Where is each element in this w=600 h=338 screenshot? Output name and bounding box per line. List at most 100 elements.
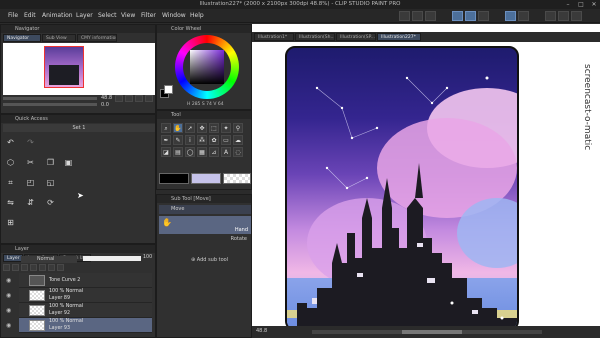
assets-icon[interactable] [558, 11, 569, 21]
mask-icon[interactable] [39, 264, 46, 271]
cut-icon[interactable]: ✂ [25, 157, 36, 168]
brush-tool-icon[interactable]: ⅰ [185, 135, 195, 145]
transparent-color-chip[interactable] [223, 173, 251, 184]
horizontal-scrollbar[interactable] [312, 330, 542, 334]
flip-vertical-icon[interactable]: ⇵ [25, 197, 36, 208]
flip-icon[interactable] [145, 95, 153, 102]
canvas-area[interactable]: Illustration1* Illustration(Sh... Illust… [252, 24, 600, 338]
add-sub-tool-button[interactable]: ⊕ Add sub tool [191, 257, 228, 263]
move-tool-icon[interactable]: ✋ [173, 123, 183, 133]
saturation-value-square[interactable] [190, 50, 224, 84]
angle-slider[interactable] [3, 103, 97, 106]
tab-cmy-info[interactable]: CMY information [77, 34, 117, 42]
menu-window[interactable]: Window [162, 12, 186, 19]
sub-tool-rotate[interactable]: Rotate [159, 236, 251, 246]
redo-icon[interactable]: ↷ [25, 137, 36, 148]
quick-access-set-select[interactable]: Set 1 [3, 124, 155, 132]
snap-grid-icon[interactable] [478, 11, 489, 21]
navigator-preview[interactable] [3, 43, 155, 95]
show-grid-icon[interactable] [518, 11, 529, 21]
scrollbar-thumb[interactable] [402, 330, 462, 334]
undo-icon[interactable]: ↶ [5, 137, 16, 148]
menu-filter[interactable]: Filter [141, 12, 156, 19]
fit-screen-icon[interactable] [135, 95, 143, 102]
free-transform-icon[interactable]: ◱ [45, 177, 56, 188]
sub-color-swatch[interactable] [164, 85, 173, 94]
rotate-icon[interactable]: ⟳ [45, 197, 56, 208]
canvas-tab-3[interactable]: Illustration(SP... [336, 33, 376, 41]
blend-tool-icon[interactable]: ☁ [233, 135, 243, 145]
lock-layer-icon[interactable] [21, 264, 28, 271]
close-button[interactable]: ✕ [588, 0, 600, 9]
select-all-icon[interactable]: ⊞ [5, 217, 16, 228]
opacity-value[interactable]: 100 [143, 255, 152, 260]
zoom-tool-icon[interactable]: ⌕ [161, 123, 171, 133]
zoom-out-icon[interactable] [125, 95, 133, 102]
menu-view[interactable]: View [121, 12, 135, 19]
layer-row[interactable]: ◉ Tone Curve 2 [6, 273, 152, 288]
paste-icon[interactable]: ▣ [63, 157, 74, 168]
main-color-chip[interactable] [159, 173, 189, 184]
artwork[interactable] [285, 46, 519, 331]
decoration-tool-icon[interactable]: ✿ [209, 135, 219, 145]
eyedropper-tool-icon[interactable]: ⚲ [233, 123, 243, 133]
clip-lower-layer-icon[interactable] [3, 264, 10, 271]
blend-mode-select[interactable]: Normal [21, 256, 77, 263]
crop-icon[interactable]: ⌗ [5, 177, 16, 188]
pen-tool-icon[interactable]: ✒ [161, 135, 171, 145]
canvas-tab-active[interactable]: Illustration227* [377, 33, 421, 41]
clear-command-icon[interactable] [425, 11, 436, 21]
text-tool-icon[interactable]: A [221, 147, 231, 157]
menu-layer[interactable]: Layer [76, 12, 93, 19]
auto-select-tool-icon[interactable]: ✦ [221, 123, 231, 133]
gradient-tool-icon[interactable]: ▤ [173, 147, 183, 157]
menu-animation[interactable]: Animation [42, 12, 73, 19]
tab-sub-view[interactable]: Sub View [42, 34, 76, 42]
menu-select[interactable]: Select [98, 12, 117, 19]
copy-icon[interactable]: ❐ [45, 157, 56, 168]
sub-tool-group[interactable]: Move [159, 205, 251, 214]
canvas-tab-1[interactable]: Illustration1* [254, 33, 294, 41]
visibility-eye-icon[interactable]: ◉ [6, 277, 11, 284]
ruler-layer-icon[interactable] [48, 264, 55, 271]
tab-navigator[interactable]: Navigator [3, 34, 41, 42]
canvas-tab-2[interactable]: Illustration(Sh... [295, 33, 335, 41]
layer-row[interactable]: ◉ 100 % Normal Layer 92 [6, 303, 152, 318]
menu-help[interactable]: Help [190, 12, 204, 19]
zoom-value[interactable]: 48.8 [101, 95, 112, 101]
hue-ring[interactable] [175, 35, 239, 99]
tab-layer[interactable]: Layer [3, 254, 23, 262]
visibility-eye-icon[interactable]: ◉ [6, 292, 11, 299]
fill-tool-icon[interactable]: ◪ [161, 147, 171, 157]
redo-command-icon[interactable] [412, 11, 423, 21]
lasso-icon[interactable]: ⬡ [5, 157, 16, 168]
angle-value[interactable]: 0.0 [101, 102, 109, 108]
lock-transparent-icon[interactable] [30, 264, 37, 271]
transform-icon[interactable]: ◰ [25, 177, 36, 188]
reference-layer-icon[interactable] [12, 264, 19, 271]
clip-studio-icon[interactable] [571, 11, 582, 21]
palette-icon[interactable] [545, 11, 556, 21]
layer-row-selected[interactable]: ◉ 100 % Normal Layer 93 [6, 318, 152, 333]
navigator-view-frame[interactable] [44, 46, 84, 88]
opacity-slider[interactable] [83, 256, 141, 261]
zoom-slider[interactable] [3, 97, 97, 100]
visibility-eye-icon[interactable]: ◉ [6, 322, 11, 329]
selection-tool-icon[interactable]: ⬚ [209, 123, 219, 133]
status-zoom[interactable]: 48.8 [256, 328, 267, 334]
layer-move-tool-icon[interactable]: ✥ [197, 123, 207, 133]
airbrush-tool-icon[interactable]: ⁂ [197, 135, 207, 145]
menu-edit[interactable]: Edit [24, 12, 36, 19]
pencil-tool-icon[interactable]: ✎ [173, 135, 183, 145]
layer-row[interactable]: ◉ 100 % Normal Layer 89 [6, 288, 152, 303]
undo-command-icon[interactable] [399, 11, 410, 21]
snap-ruler-icon[interactable] [452, 11, 463, 21]
maximize-button[interactable]: □ [575, 0, 587, 9]
sub-tool-hand[interactable]: ✋ Hand [159, 216, 251, 234]
operation-tool-icon[interactable]: ➚ [185, 123, 195, 133]
ruler-tool-icon[interactable]: ⊿ [209, 147, 219, 157]
flip-horizontal-icon[interactable]: ⇋ [5, 197, 16, 208]
minimize-button[interactable]: – [562, 0, 574, 9]
balloon-tool-icon[interactable]: ◌ [233, 147, 243, 157]
zoom-in-icon[interactable] [115, 95, 123, 102]
